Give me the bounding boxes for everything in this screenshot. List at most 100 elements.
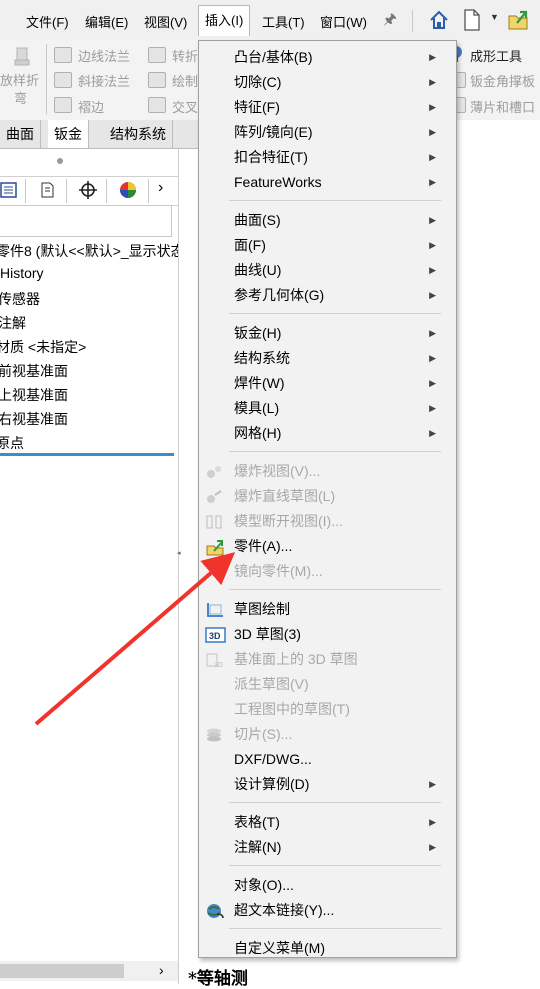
menu-item[interactable]: 焊件(W) ▶ xyxy=(199,371,456,395)
configuration-manager-icon[interactable] xyxy=(78,180,98,200)
miter-flange-button[interactable]: 斜接法兰 xyxy=(78,71,130,90)
pin-icon[interactable]: 🖈 xyxy=(383,9,397,34)
menu-item-label: 切除(C) xyxy=(234,74,282,90)
tree-item-annotations[interactable]: 注解 xyxy=(0,313,26,333)
property-manager-icon[interactable] xyxy=(38,181,56,199)
feature-tree-icon[interactable] xyxy=(0,181,18,199)
menu-item[interactable]: FeatureWorks ▶ xyxy=(199,170,456,194)
tree-item-right-plane[interactable]: 右视基准面 xyxy=(0,409,68,429)
menu-insert[interactable]: 插入(I) xyxy=(198,5,251,36)
menu-item-label: 模具(L) xyxy=(234,400,280,416)
slice-icon xyxy=(205,726,223,742)
menu-tools[interactable]: 工具(T) xyxy=(262,12,305,31)
tab-sheet-metal[interactable]: 钣金 xyxy=(48,120,89,148)
menu-item-label: 3D 草图(3) xyxy=(234,626,301,642)
menu-item[interactable]: 结构系统 ▶ xyxy=(199,346,456,370)
menu-item[interactable]: 参考几何体(G) ▶ xyxy=(199,283,456,307)
horizontal-scrollbar[interactable]: › xyxy=(0,961,178,981)
submenu-arrow-icon: ▶ xyxy=(429,240,436,250)
submenu-arrow-icon: ▶ xyxy=(429,428,436,438)
menu-item-label: 结构系统 xyxy=(234,350,290,366)
menu-item[interactable]: 零件(A)... xyxy=(199,534,456,558)
menu-item[interactable]: DXF/DWG... xyxy=(199,747,456,771)
scroll-right-icon[interactable]: › xyxy=(159,962,164,978)
menu-bar: 文件(F) 编辑(E) 视图(V) 插入(I) 工具(T) 窗口(W) 🖈 ▼ xyxy=(0,0,540,41)
submenu-arrow-icon: ▶ xyxy=(429,403,436,413)
menu-item-label: 注解(N) xyxy=(234,839,282,855)
loft-bend-icon[interactable] xyxy=(12,46,32,68)
menu-item-label: 表格(T) xyxy=(234,814,280,830)
submenu-arrow-icon: ▶ xyxy=(429,842,436,852)
hem-button[interactable]: 褶边 xyxy=(78,97,104,116)
panel-grip-icon[interactable] xyxy=(57,158,63,164)
menu-separator xyxy=(229,200,441,201)
tree-item-top-plane[interactable]: 上视基准面 xyxy=(0,385,68,405)
forming-tool-button[interactable]: 成形工具 xyxy=(470,46,522,65)
menu-item[interactable]: 网格(H) ▶ xyxy=(199,421,456,445)
menu-item[interactable]: 扣合特征(T) ▶ xyxy=(199,145,456,169)
tab-structure-system[interactable]: 结构系统 xyxy=(104,120,173,148)
cross-break-button[interactable]: 交叉 xyxy=(172,97,198,116)
menu-item-label: 阵列/镜向(E) xyxy=(234,124,313,140)
tree-item-history[interactable]: History xyxy=(0,265,44,281)
menu-item[interactable]: 曲线(U) ▶ xyxy=(199,258,456,282)
tab-surface[interactable]: 曲面 xyxy=(0,120,41,148)
open-file-icon[interactable] xyxy=(507,8,531,32)
menu-item: 模型断开视图(I)... xyxy=(199,509,456,533)
menu-item[interactable]: 阵列/镜向(E) ▶ xyxy=(199,120,456,144)
menu-separator xyxy=(229,865,441,866)
svg-text:3D: 3D xyxy=(214,662,223,669)
sheet-metal-gusset-button[interactable]: 钣金角撑板 xyxy=(470,71,535,90)
tab-and-slot-button[interactable]: 薄片和槽口 xyxy=(470,97,535,116)
tree-item-material[interactable]: 材质 <未指定> xyxy=(0,337,86,357)
menu-window[interactable]: 窗口(W) xyxy=(320,12,367,31)
edge-flange-icon xyxy=(54,47,72,63)
display-manager-icon[interactable] xyxy=(118,180,138,200)
insert-menu-dropdown: 凸台/基体(B) ▶ 切除(C) ▶ 特征(F) ▶ 阵列/镜向(E) ▶ 扣合特征(T) ▶ Fe… xyxy=(198,40,457,958)
hyperlink-icon xyxy=(205,902,224,919)
menu-item[interactable]: 钣金(H) ▶ xyxy=(199,321,456,345)
menu-item[interactable]: 对象(O)... xyxy=(199,873,456,897)
new-document-icon[interactable] xyxy=(462,8,482,32)
tree-root-part[interactable]: 零件8 (默认<<默认>_显示状态 xyxy=(0,241,178,261)
menu-item-label: 基准面上的 3D 草图 xyxy=(234,651,358,667)
menu-separator xyxy=(229,928,441,929)
menu-item[interactable]: 特征(F) ▶ xyxy=(199,95,456,119)
panel-collapse-icon[interactable]: ◂ xyxy=(177,549,181,557)
rollback-bar[interactable] xyxy=(0,453,174,456)
menu-item-label: 超文本链接(Y)... xyxy=(234,902,335,918)
home-icon[interactable] xyxy=(428,9,450,31)
menu-item-label: 网格(H) xyxy=(234,425,282,441)
menu-item: 爆炸视图(V)... xyxy=(199,459,456,483)
menu-view[interactable]: 视图(V) xyxy=(144,12,187,31)
sketched-bend-button[interactable]: 绘制 xyxy=(172,71,198,90)
chevron-right-icon[interactable]: › xyxy=(158,179,163,197)
edge-flange-button[interactable]: 边线法兰 xyxy=(78,46,130,65)
menu-item[interactable]: 面(F) ▶ xyxy=(199,233,456,257)
jog-button[interactable]: 转折 xyxy=(172,46,198,65)
menu-item[interactable]: 设计算例(D) ▶ xyxy=(199,772,456,796)
tree-item-front-plane[interactable]: 前视基准面 xyxy=(0,361,68,381)
menu-item[interactable]: 超文本链接(Y)... xyxy=(199,898,456,922)
menu-edit[interactable]: 编辑(E) xyxy=(85,12,128,31)
menu-item-label: 草图绘制 xyxy=(234,601,290,617)
miter-flange-icon xyxy=(54,72,72,88)
menu-item[interactable]: 3D 3D 草图(3) xyxy=(199,622,456,646)
tree-item-origin[interactable]: 原点 xyxy=(0,433,24,453)
menu-item-label: 派生草图(V) xyxy=(234,676,309,692)
menu-item[interactable]: 曲面(S) ▶ xyxy=(199,208,456,232)
svg-text:3D: 3D xyxy=(209,631,221,641)
tree-filter-input[interactable] xyxy=(0,205,172,237)
menu-item[interactable]: 注解(N) ▶ xyxy=(199,835,456,859)
menu-item-label: 焊件(W) xyxy=(234,375,285,391)
menu-item[interactable]: 草图绘制 xyxy=(199,597,456,621)
menu-file[interactable]: 文件(F) xyxy=(26,12,69,31)
menu-item[interactable]: 凸台/基体(B) ▶ xyxy=(199,45,456,69)
menu-item: 3D 基准面上的 3D 草图 xyxy=(199,647,456,671)
menu-item[interactable]: 表格(T) ▶ xyxy=(199,810,456,834)
menu-item[interactable]: 自定义菜单(M) xyxy=(199,936,456,960)
chevron-down-icon[interactable]: ▼ xyxy=(490,12,499,22)
menu-item[interactable]: 模具(L) ▶ xyxy=(199,396,456,420)
tree-item-sensors[interactable]: 传感器 xyxy=(0,289,40,309)
menu-item[interactable]: 切除(C) ▶ xyxy=(199,70,456,94)
